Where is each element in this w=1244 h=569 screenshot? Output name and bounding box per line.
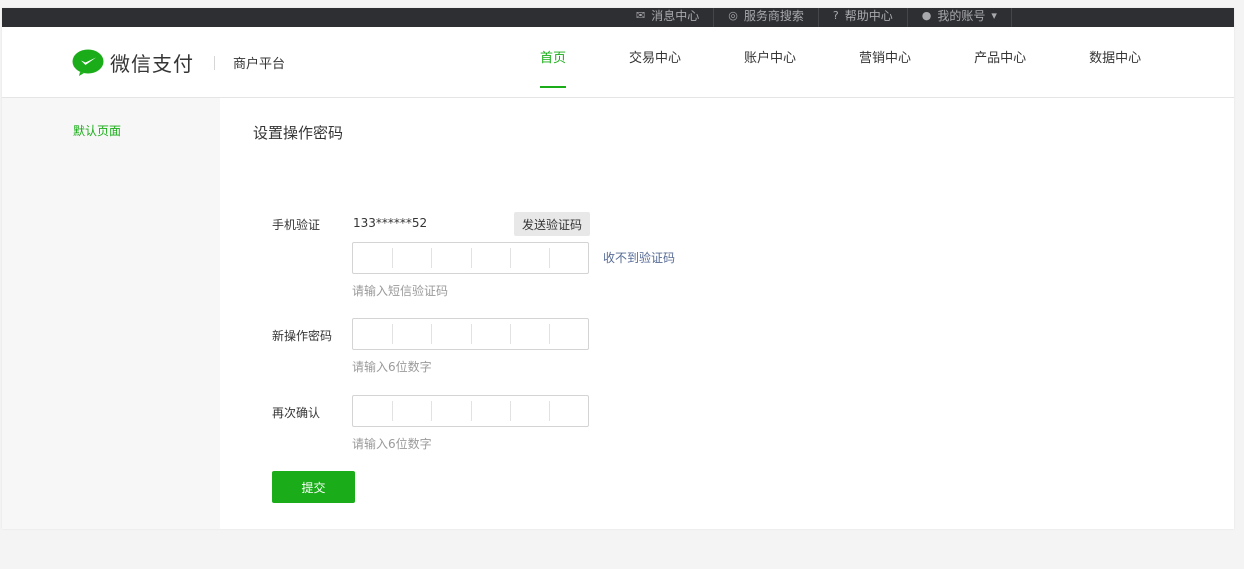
nav-transactions[interactable]: 交易中心: [615, 27, 695, 98]
sms-code-digit[interactable]: [548, 243, 588, 273]
sms-code-digit[interactable]: [431, 243, 470, 273]
new-password-digit[interactable]: [548, 319, 588, 349]
confirm-password-digit[interactable]: [431, 396, 470, 426]
new-password-digit[interactable]: [470, 319, 510, 349]
sms-code-digit[interactable]: [509, 243, 549, 273]
page-title: 设置操作密码: [253, 124, 344, 142]
wechat-pay-logo-icon: [72, 49, 104, 76]
new-password-digit[interactable]: [353, 319, 392, 349]
confirm-password-digit[interactable]: [548, 396, 588, 426]
phone-number: 133******52: [353, 216, 428, 230]
main-content: 设置操作密码 手机验证 133******52 发送验证码 收不到验证码 请输入…: [220, 98, 1234, 529]
confirm-password-input[interactable]: [352, 395, 589, 427]
main-nav: 首页 交易中心 账户中心 营销中心 产品中心 数据中心: [526, 27, 1155, 98]
confirm-password-label: 再次确认: [272, 406, 321, 420]
help-icon: ?: [832, 8, 839, 22]
sms-code-input[interactable]: [352, 242, 589, 274]
phone-verify-label: 手机验证: [272, 218, 321, 232]
sms-code-hint: 请输入短信验证码: [352, 284, 449, 298]
topbar-my-account-label: 我的账号: [937, 8, 986, 23]
new-password-digit[interactable]: [431, 319, 470, 349]
sidebar-item-default-page[interactable]: 默认页面: [73, 122, 121, 139]
caret-down-icon: ▾: [991, 8, 997, 22]
confirm-password-digit[interactable]: [353, 396, 392, 426]
app-frame: ✉ 消息中心 ◎ 服务商搜索 ? 帮助中心 ● 我的账号 ▾ 微信支付 商户平台…: [2, 8, 1234, 529]
topbar-my-account[interactable]: ● 我的账号 ▾: [906, 8, 1012, 27]
user-icon: ●: [921, 8, 932, 22]
submit-button[interactable]: 提交: [272, 471, 355, 503]
nav-home[interactable]: 首页: [526, 27, 580, 98]
sidebar: 默认页面: [2, 98, 220, 529]
new-password-input[interactable]: [352, 318, 589, 350]
sms-code-digit[interactable]: [470, 243, 510, 273]
new-password-digit[interactable]: [392, 319, 431, 349]
nav-products[interactable]: 产品中心: [960, 27, 1040, 98]
header: 微信支付 商户平台 首页 交易中心 账户中心 营销中心 产品中心 数据中心: [2, 27, 1234, 98]
no-code-link[interactable]: 收不到验证码: [603, 249, 675, 266]
new-password-label: 新操作密码: [272, 329, 333, 343]
logo-divider: [214, 55, 215, 70]
topbar-provider-search[interactable]: ◎ 服务商搜索: [713, 8, 818, 27]
confirm-password-digit[interactable]: [470, 396, 510, 426]
confirm-password-digit[interactable]: [392, 396, 431, 426]
sms-code-digit[interactable]: [392, 243, 431, 273]
nav-data[interactable]: 数据中心: [1075, 27, 1155, 98]
topbar-provider-search-label: 服务商搜索: [743, 8, 804, 23]
confirm-password-digit[interactable]: [509, 396, 549, 426]
topbar-message-center[interactable]: ✉ 消息中心: [622, 8, 713, 27]
sms-code-digit[interactable]: [353, 243, 392, 273]
topbar-message-center-label: 消息中心: [651, 8, 700, 23]
logo-text: 微信支付: [110, 52, 194, 76]
nav-account[interactable]: 账户中心: [730, 27, 810, 98]
mail-icon: ✉: [636, 8, 646, 22]
logo-subtitle: 商户平台: [233, 57, 286, 72]
top-bar-links: ✉ 消息中心 ◎ 服务商搜索 ? 帮助中心 ● 我的账号 ▾: [622, 8, 1012, 27]
topbar-help-center[interactable]: ? 帮助中心: [817, 8, 907, 27]
topbar-help-center-label: 帮助中心: [844, 8, 893, 23]
send-code-button[interactable]: 发送验证码: [514, 212, 590, 236]
nav-marketing[interactable]: 营销中心: [845, 27, 925, 98]
confirm-password-hint: 请输入6位数字: [352, 437, 432, 451]
new-password-digit[interactable]: [509, 319, 549, 349]
search-icon: ◎: [728, 8, 738, 22]
new-password-hint: 请输入6位数字: [352, 360, 432, 374]
top-bar: ✉ 消息中心 ◎ 服务商搜索 ? 帮助中心 ● 我的账号 ▾: [2, 8, 1234, 27]
logo[interactable]: 微信支付 商户平台: [72, 48, 285, 77]
